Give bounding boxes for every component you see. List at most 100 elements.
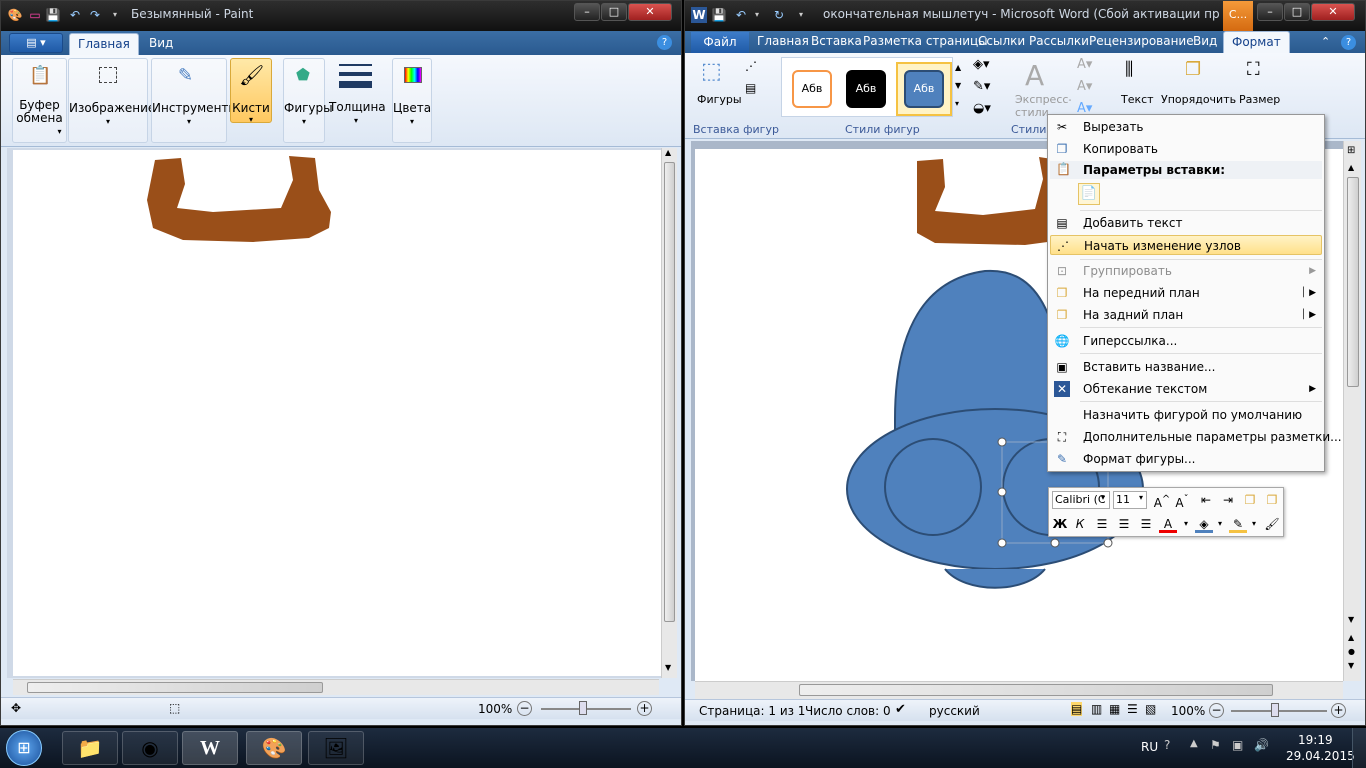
- paint-minimize-button[interactable]: –: [574, 3, 600, 21]
- taskbar-language[interactable]: RU: [1141, 740, 1158, 754]
- word-qat-dropdown-icon[interactable]: ▾: [749, 7, 765, 23]
- word-zoom-slider[interactable]: [1231, 710, 1327, 712]
- paint-hscroll-thumb[interactable]: [27, 682, 323, 693]
- paste-keep-text-button[interactable]: 📄: [1078, 183, 1100, 205]
- shape-effects-icon[interactable]: ◒▾: [973, 101, 991, 116]
- scroll-up-arrow[interactable]: ▲: [665, 148, 671, 157]
- draft-view-icon[interactable]: ▧: [1145, 702, 1156, 716]
- paint-horizontal-scrollbar[interactable]: [13, 679, 659, 695]
- word-zoom-slider-thumb[interactable]: [1271, 703, 1279, 717]
- scroll-down-arrow[interactable]: ▼: [665, 663, 671, 672]
- word-arrange-button-label[interactable]: Упорядочить: [1161, 93, 1236, 106]
- flag-icon[interactable]: ⚑: [1210, 738, 1221, 752]
- word-size-button-label[interactable]: Размер: [1239, 93, 1280, 106]
- paint-undo-icon[interactable]: ↶: [67, 7, 83, 23]
- word-vertical-scrollbar[interactable]: ⊞ ▲ ▼ ▲ ● ▼: [1343, 141, 1361, 681]
- print-layout-view-icon[interactable]: ▤: [1071, 702, 1083, 716]
- word-context-tab-header[interactable]: С...: [1223, 1, 1253, 31]
- word-zoom-value[interactable]: 100%: [1171, 704, 1205, 718]
- paint-group-colors[interactable]: Цвета ▾: [392, 58, 432, 143]
- text-direction-icon[interactable]: ⫼: [1125, 59, 1133, 80]
- paint-titlebar[interactable]: 🎨 ▭ 💾 ↶ ↷ ▾ Безымянный - Paint – □ ✕: [1, 1, 681, 31]
- increase-indent-icon[interactable]: ⇥: [1219, 491, 1237, 509]
- express-styles-icon[interactable]: A: [1025, 59, 1044, 92]
- shrink-font-icon[interactable]: Aˇ: [1173, 491, 1191, 510]
- shape-style-blue-selected[interactable]: Абв: [896, 62, 952, 116]
- menu-item-edit-points[interactable]: ⋰ Начать изменение узлов: [1050, 235, 1322, 255]
- word-qat-more-icon[interactable]: ▾: [793, 7, 809, 23]
- ruler-toggle-icon[interactable]: ⊞: [1347, 145, 1355, 156]
- chevron-down-icon[interactable]: ▾: [1245, 515, 1263, 533]
- shapes-gallery-icon[interactable]: ⬚: [701, 59, 722, 84]
- word-save-icon[interactable]: 💾: [711, 7, 727, 23]
- word-language[interactable]: русский: [929, 704, 980, 718]
- word-tab-view[interactable]: Вид: [1185, 31, 1225, 53]
- paint-tab-home[interactable]: Главная: [69, 33, 139, 55]
- menu-item-format-shape[interactable]: ✎ Формат фигуры...: [1050, 449, 1322, 469]
- taskbar-chrome[interactable]: ◉: [122, 731, 178, 765]
- shape-style-black[interactable]: Абв: [846, 70, 886, 108]
- paint-group-clipboard[interactable]: 📋 Буфер обмена ▾: [12, 58, 67, 143]
- scroll-up-arrow[interactable]: ▲: [1348, 163, 1354, 172]
- send-back-icon[interactable]: ❐: [1263, 491, 1281, 509]
- gallery-scroll-icon[interactable]: ▲ ▼ ▾: [955, 59, 961, 113]
- text-fill-icon[interactable]: A▾: [1077, 57, 1092, 72]
- word-undo-icon[interactable]: ↶: [733, 7, 749, 23]
- shape-fill-icon[interactable]: ◈▾: [973, 57, 990, 72]
- paint-qat-dropdown-icon[interactable]: ▾: [107, 7, 123, 23]
- zoom-out-icon[interactable]: −: [1209, 703, 1224, 718]
- paint-app-menu-button[interactable]: ▤ ▾: [9, 33, 63, 53]
- word-tab-file[interactable]: Файл: [691, 32, 749, 53]
- web-view-icon[interactable]: ▦: [1109, 702, 1120, 716]
- word-close-button[interactable]: ✕: [1311, 3, 1355, 21]
- zoom-in-icon[interactable]: +: [637, 701, 652, 716]
- paint-group-image[interactable]: Изображение ▾: [68, 58, 155, 143]
- volume-icon[interactable]: 🔊: [1254, 738, 1269, 752]
- align-left-icon[interactable]: ☰: [1093, 515, 1111, 533]
- arrange-icon[interactable]: ❐: [1185, 59, 1201, 80]
- menu-item-set-default[interactable]: Назначить фигурой по умолчанию: [1050, 405, 1322, 425]
- word-maximize-button[interactable]: □: [1284, 3, 1310, 21]
- paint-canvas[interactable]: [13, 150, 661, 676]
- format-painter-icon[interactable]: 🖌: [1263, 515, 1281, 533]
- clock-time[interactable]: 19:19: [1298, 733, 1333, 747]
- paint-maximize-button[interactable]: □: [601, 3, 627, 21]
- word-titlebar[interactable]: W 💾 ↶ ▾ ↻ ▾ окончательная мышлетуч - Mic…: [685, 1, 1365, 31]
- word-text-button-label[interactable]: Текст: [1121, 93, 1154, 106]
- paint-save-icon[interactable]: 💾: [45, 7, 61, 23]
- proofing-icon[interactable]: ✔: [895, 702, 906, 717]
- bring-front-icon[interactable]: ❐: [1241, 491, 1259, 509]
- chevron-down-icon[interactable]: ▾: [1211, 515, 1229, 533]
- word-vscroll-thumb[interactable]: [1347, 177, 1359, 387]
- menu-item-more-layout[interactable]: ⛶ Дополнительные параметры разметки...: [1050, 427, 1342, 447]
- word-tab-format[interactable]: Формат: [1223, 31, 1290, 53]
- paint-tab-view[interactable]: Вид: [141, 33, 181, 55]
- prev-page-icon[interactable]: ▲: [1348, 633, 1354, 642]
- start-button[interactable]: ⊞: [6, 730, 42, 766]
- size-icon[interactable]: ⛶: [1247, 59, 1260, 80]
- italic-icon[interactable]: К: [1071, 515, 1089, 533]
- font-color-icon[interactable]: A: [1159, 515, 1177, 533]
- paint-group-shapes[interactable]: ⬟ Фигуры ▾: [283, 58, 333, 143]
- scroll-down-arrow[interactable]: ▼: [1348, 615, 1354, 624]
- grow-font-icon[interactable]: A^: [1153, 491, 1171, 510]
- menu-item-text-wrap[interactable]: ✕ Обтекание текстом ▶: [1050, 379, 1322, 399]
- menu-item-insert-caption[interactable]: ▣ Вставить название...: [1050, 357, 1322, 377]
- word-page-count[interactable]: Страница: 1 из 1: [699, 704, 805, 718]
- collapse-ribbon-icon[interactable]: ⌃: [1321, 35, 1330, 48]
- clock-date[interactable]: 29.04.2015: [1286, 749, 1355, 763]
- paint-vscroll-thumb[interactable]: [664, 162, 675, 622]
- outline-view-icon[interactable]: ☰: [1127, 702, 1138, 716]
- shape-style-outline-orange[interactable]: Абв: [792, 70, 832, 108]
- taskbar-word[interactable]: W: [182, 731, 238, 765]
- chevron-down-icon[interactable]: ▾: [1139, 493, 1143, 502]
- show-desktop-button[interactable]: [1352, 728, 1366, 768]
- paint-help-icon[interactable]: ?: [657, 35, 672, 50]
- menu-item-add-text[interactable]: ▤ Добавить текст: [1050, 213, 1322, 233]
- chevron-down-icon[interactable]: ▾: [1177, 515, 1195, 533]
- word-tab-review[interactable]: Рецензирование: [1081, 31, 1202, 53]
- word-horizontal-scrollbar[interactable]: [695, 681, 1343, 699]
- text-box-icon[interactable]: ▤: [745, 81, 756, 95]
- word-help-icon[interactable]: ?: [1341, 35, 1356, 50]
- taskbar-explorer[interactable]: 📁: [62, 731, 118, 765]
